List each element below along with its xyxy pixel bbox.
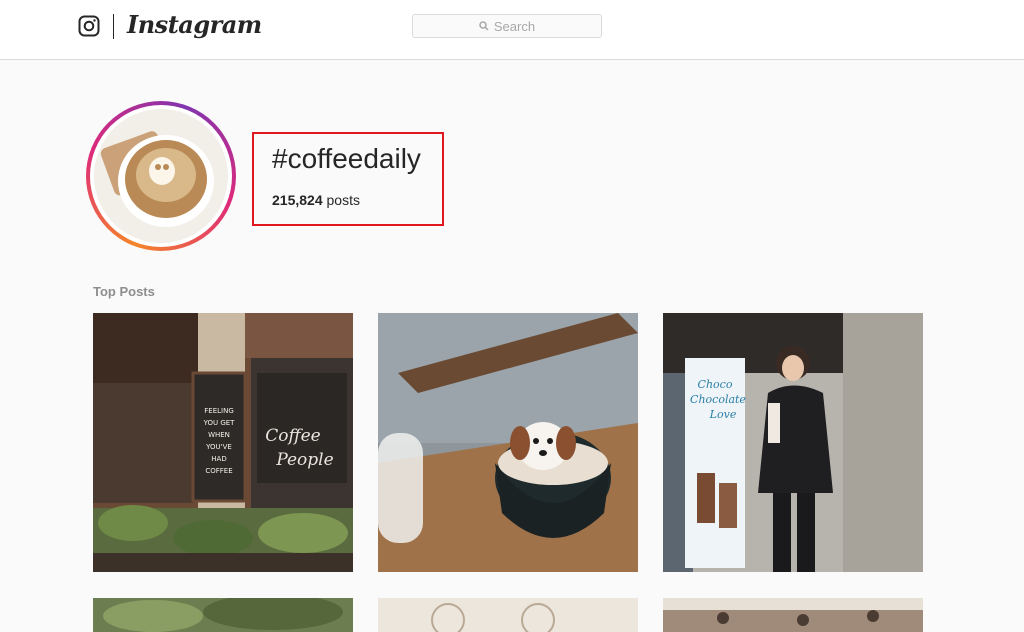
banner-text: Choco [698, 378, 733, 391]
svg-text:Love: Love [709, 408, 737, 421]
post-count-label: posts [326, 192, 360, 208]
svg-text:WHEN: WHEN [208, 431, 230, 439]
post-tile-4[interactable] [93, 598, 353, 632]
search-input[interactable]: Search [412, 14, 602, 38]
svg-text:YOU GET: YOU GET [203, 419, 236, 427]
post-tile-dog-latte[interactable] [378, 313, 638, 572]
svg-text:HAD: HAD [211, 455, 226, 463]
search-placeholder: Search [493, 18, 536, 34]
hashtag-avatar [86, 101, 236, 251]
post-tile-6[interactable] [663, 598, 923, 632]
svg-text:YOU'VE: YOU'VE [205, 443, 232, 451]
hashtag-title: #coffeedaily [272, 143, 421, 174]
avatar-photo-coffee [94, 109, 228, 243]
cafe-sign-text: Coffee [265, 426, 320, 446]
post-count: 215,824 posts [272, 192, 360, 208]
post-count-value: 215,824 [272, 192, 323, 208]
logo-divider [113, 14, 114, 39]
post-tile-cafe-storefront[interactable]: Coffee People FEELING YOU GET WHEN YOU'V… [93, 313, 353, 572]
post-tile-5[interactable] [378, 598, 638, 632]
instagram-camera-icon[interactable] [78, 15, 100, 37]
cafe-sign-text-2: People [275, 450, 333, 470]
instagram-wordmark[interactable]: Instagram [127, 10, 262, 39]
search-icon [479, 21, 489, 31]
svg-text:FEELING: FEELING [204, 407, 234, 415]
svg-text:COFFEE: COFFEE [205, 467, 232, 475]
top-navbar: Instagram Search [0, 0, 1024, 60]
svg-text:Chocolate: Chocolate [690, 393, 746, 406]
top-posts-heading: Top Posts [93, 284, 155, 299]
post-tile-woman-coffee[interactable]: Choco Chocolate Love [663, 313, 923, 572]
